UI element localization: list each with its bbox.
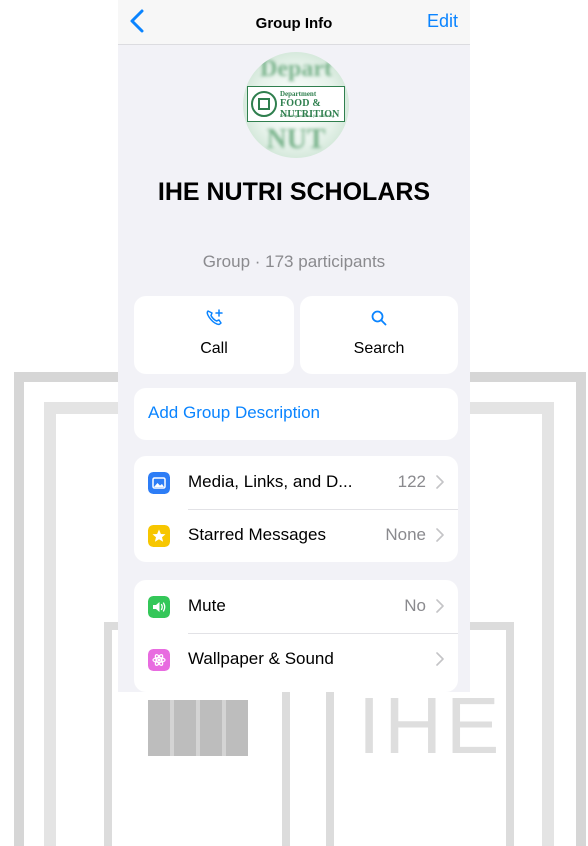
search-label: Search (353, 340, 405, 357)
search-icon (371, 310, 387, 326)
add-group-description-button[interactable]: Add Group Description (134, 388, 458, 440)
media-starred-section: Media, Links, and D... 122 Starred Messa… (134, 456, 458, 562)
list-item-media[interactable]: Media, Links, and D... 122 (134, 456, 458, 509)
starred-messages-label: Starred Messages (188, 525, 326, 544)
photo-icon (148, 472, 170, 494)
mute-value: No (404, 596, 426, 615)
mute-wallpaper-section: Mute No Wallpaper & Sound (134, 580, 458, 692)
avatar-blur-top: Depart (260, 56, 332, 82)
call-button[interactable]: Call (134, 296, 294, 374)
speaker-icon (148, 596, 170, 618)
navigation-bar: Group Info Edit (118, 0, 470, 45)
chevron-right-icon (436, 475, 444, 489)
avatar-blur-bottom: NUT (266, 124, 326, 155)
emblem-icon (251, 91, 277, 117)
starred-messages-value: None (385, 525, 426, 544)
page-title: Group Info (255, 15, 333, 32)
mute-label: Mute (188, 596, 226, 615)
wallpaper-sound-label: Wallpaper & Sound (188, 649, 334, 668)
department-logo: Department FOOD & NUTRITION Promoting nu… (247, 86, 345, 122)
list-item-wallpaper-sound[interactable]: Wallpaper & Sound (134, 633, 458, 686)
flower-icon (148, 649, 170, 671)
chevron-right-icon (436, 652, 444, 666)
media-count: 122 (397, 472, 426, 491)
logo-tagline: Promoting nutrition for wellbeing (280, 113, 335, 118)
edit-button[interactable]: Edit (427, 11, 458, 32)
phone-plus-icon (206, 309, 223, 326)
watermark-text: IHE (358, 681, 504, 770)
star-icon (148, 525, 170, 547)
add-group-description-label: Add Group Description (148, 403, 320, 422)
chevron-right-icon (436, 599, 444, 613)
group-name: IHE NUTRI SCHOLARS (157, 178, 431, 206)
group-avatar[interactable]: Depart Department FOOD & NUTRITION Promo… (243, 52, 349, 158)
group-info-screen: Group Info Edit Depart Department FOOD &… (118, 0, 470, 692)
media-label: Media, Links, and D... (188, 472, 353, 491)
list-item-starred-messages[interactable]: Starred Messages None (134, 509, 458, 562)
watermark-book-icon (148, 700, 248, 756)
call-label: Call (200, 340, 228, 357)
group-subtitle: Group · 173 participants (202, 252, 386, 271)
logo-line1: Department (280, 90, 317, 98)
search-button[interactable]: Search (300, 296, 458, 374)
list-item-mute[interactable]: Mute No (134, 580, 458, 633)
chevron-right-icon (436, 528, 444, 542)
